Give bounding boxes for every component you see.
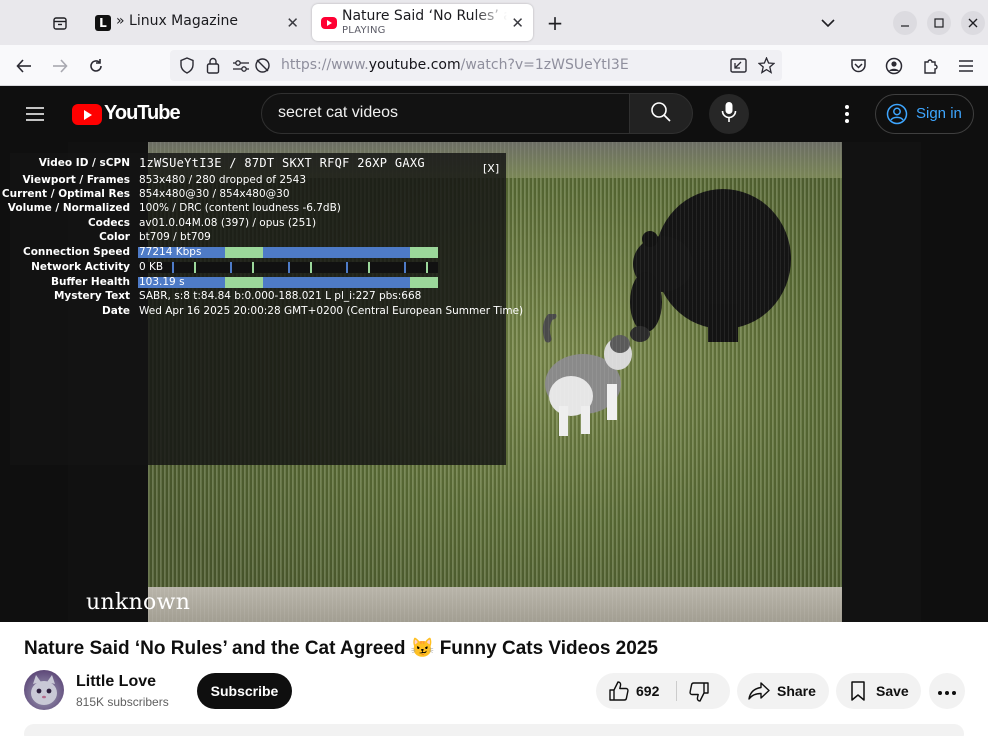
save-button[interactable]: Save <box>836 673 921 709</box>
tab-title: Nature Said ‘No Rules’ and the Cat Agree… <box>342 8 507 24</box>
linux-magazine-favicon: L <box>95 15 111 31</box>
share-label: Share <box>777 683 816 699</box>
more-horizontal-icon <box>937 683 957 699</box>
stats-row: Connection Speed 77214 Kbps <box>10 246 506 260</box>
permissions-icon[interactable] <box>232 58 250 77</box>
dislike-button[interactable] <box>677 673 730 709</box>
network-activity-graph <box>138 262 438 273</box>
youtube-wordmark: YouTube <box>104 102 181 124</box>
like-dislike-group: 692 <box>596 673 730 709</box>
stats-row: Network Activity 0 KB <box>10 261 506 275</box>
stats-row: Date Wed Apr 16 2025 20:00:28 GMT+0200 (… <box>102 305 524 317</box>
tab-linux-magazine[interactable]: L » Linux Magazine ✕ <box>86 4 308 41</box>
search-input[interactable]: secret cat videos <box>261 93 630 134</box>
search-icon <box>650 101 672 127</box>
sign-in-label: Sign in <box>916 105 962 122</box>
channel-name[interactable]: Little Love <box>76 673 156 691</box>
like-count: 692 <box>636 683 660 699</box>
youtube-header: YouTube secret cat videos Sign in <box>0 86 988 142</box>
picture-in-picture-icon[interactable] <box>730 58 747 77</box>
reload-icon[interactable] <box>83 53 109 79</box>
lock-icon[interactable] <box>206 57 220 78</box>
tab-playing-label: PLAYING <box>342 25 386 36</box>
tab-youtube-video[interactable]: Nature Said ‘No Rules’ and the Cat Agree… <box>312 4 533 41</box>
share-arrow-icon <box>748 681 770 704</box>
video-letterbox-right <box>842 142 921 622</box>
cat-avatar-icon <box>31 675 57 705</box>
maximize-icon[interactable] <box>927 11 951 35</box>
new-tab-icon[interactable]: + <box>543 11 567 35</box>
bookmark-icon <box>850 681 866 704</box>
stats-row: Viewport / Frames 853x480 / 280 dropped … <box>22 174 307 186</box>
extensions-puzzle-icon[interactable] <box>917 53 943 79</box>
settings-more-icon[interactable] <box>837 103 857 125</box>
autoplay-blocked-icon[interactable] <box>254 57 271 78</box>
stats-row: Mystery Text SABR, s:8 t:84.84 b:0.000-1… <box>53 290 422 302</box>
stats-for-nerds-panel: [X] Video ID / sCPN 1zWSUeYtI3E / 87DT S… <box>1 153 524 465</box>
account-circle-icon <box>886 103 908 129</box>
window-close-icon[interactable] <box>961 11 985 35</box>
share-button[interactable]: Share <box>737 673 829 709</box>
search-query: secret cat videos <box>278 104 399 121</box>
thumbs-down-icon <box>688 681 710 706</box>
browser-tab-strip: L » Linux Magazine ✕ Nature Said ‘No Rul… <box>0 0 988 45</box>
stats-row: Video ID / sCPN 1zWSUeYtI3E / 87DT SKXT … <box>38 156 425 170</box>
video-player[interactable]: unknown [X] Video ID / sCPN 1zWSUeYtI3E … <box>0 142 988 622</box>
forward-arrow-icon <box>47 53 73 79</box>
stats-row: Volume / Normalized 100% / DRC (content … <box>7 202 341 214</box>
subscribe-button[interactable]: Subscribe <box>197 673 292 709</box>
sign-in-button[interactable]: Sign in <box>875 94 974 134</box>
more-actions-button[interactable] <box>929 673 965 709</box>
hamburger-menu-icon[interactable] <box>953 53 979 79</box>
like-button[interactable]: 692 <box>596 673 676 709</box>
channel-avatar[interactable] <box>24 670 64 710</box>
save-label: Save <box>876 683 909 699</box>
description-box[interactable] <box>24 724 964 736</box>
stats-row: Current / Optimal Res 854x480@30 / 854x4… <box>1 188 290 200</box>
voice-search-button[interactable] <box>709 94 749 134</box>
youtube-play-icon <box>72 104 102 125</box>
stats-row: Color bt709 / bt709 <box>99 231 211 243</box>
browser-nav-bar: https://www.youtube.com/watch?v=1zWSUeYt… <box>0 45 988 86</box>
minimize-icon[interactable] <box>893 11 917 35</box>
microphone-icon <box>721 101 737 127</box>
youtube-favicon <box>321 17 337 29</box>
close-icon[interactable]: ✕ <box>511 14 524 32</box>
address-bar[interactable]: https://www.youtube.com/watch?v=1zWSUeYt… <box>170 50 782 81</box>
video-caption-text: unknown <box>86 590 191 615</box>
back-arrow-icon[interactable] <box>11 53 37 79</box>
stats-row: Buffer Health 103.19 s <box>10 276 506 290</box>
pocket-icon[interactable] <box>845 53 871 79</box>
url-text[interactable]: https://www.youtube.com/watch?v=1zWSUeYt… <box>281 57 629 73</box>
thumbs-up-icon <box>608 680 630 705</box>
bookmark-star-icon[interactable] <box>757 56 776 78</box>
tab-manager-icon[interactable] <box>48 12 72 34</box>
search-button[interactable] <box>629 93 693 134</box>
guide-menu-icon[interactable] <box>24 103 46 129</box>
list-tabs-chevron-icon[interactable] <box>816 12 840 34</box>
tab-title: » Linux Magazine <box>116 13 239 29</box>
subscriber-count: 815K subscribers <box>76 695 169 709</box>
tracking-protection-shield-icon[interactable] <box>179 57 195 78</box>
account-icon[interactable] <box>881 53 907 79</box>
stats-row: Codecs av01.0.04M.08 (397) / opus (251) <box>87 217 317 229</box>
close-icon[interactable]: ✕ <box>286 14 299 32</box>
video-title: Nature Said ‘No Rules’ and the Cat Agree… <box>24 638 658 659</box>
